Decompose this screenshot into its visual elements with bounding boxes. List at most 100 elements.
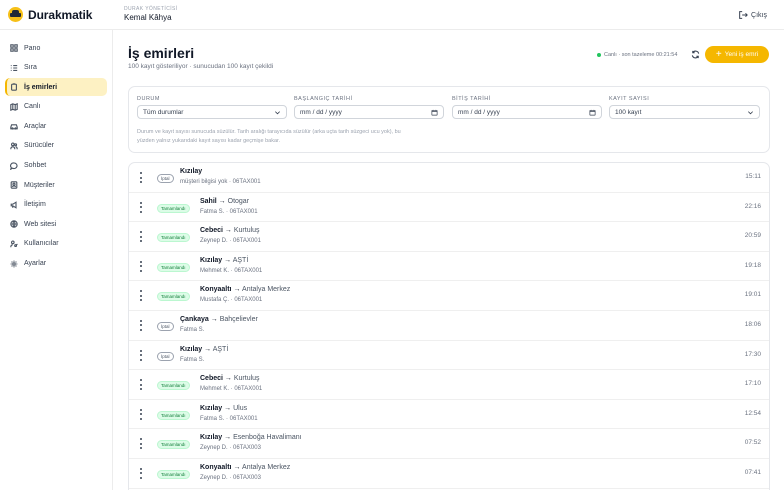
order-route: Kızılay → AŞTİ [200,257,248,264]
record-count-select[interactable]: 100 kayıt [609,105,760,119]
order-time: 12:54 [744,409,761,417]
new-work-order-button[interactable]: + Yeni iş emri [705,46,769,63]
order-route: Çankaya → Bahçelievler [180,316,258,323]
sidebar-item-sira[interactable]: Sıra [5,59,107,77]
order-details: Zeynep D. · 06TAX003 [200,474,261,481]
row-menu-icon[interactable] [139,172,143,183]
table-row[interactable]: Tamamlandı Konyaaltı → Antalya Merkez Must… [129,281,769,311]
order-details: Mustafa Ç. · 06TAX001 [200,297,263,304]
row-menu-icon[interactable] [139,438,143,450]
sidebar-item-web-sitesi[interactable]: Web sitesi [5,215,107,233]
plus-icon: + [715,48,722,60]
end-date-label: BİTİŞ TARİHİ [452,96,491,102]
status-badge: Tamamlandı [157,469,190,479]
map-icon [10,102,18,111]
sidebar-item-label: Ayarlar [24,260,47,268]
sidebar-item-canli[interactable]: Canlı [5,98,107,116]
megaphone-icon [10,200,17,209]
row-menu-icon[interactable] [139,201,143,213]
status-select[interactable]: Tüm durumlar [137,105,287,119]
row-menu-icon[interactable] [139,379,143,391]
sidebar-item-iletisim[interactable]: İletişim [5,196,107,214]
status-badge: İptal [157,321,174,331]
row-menu-icon[interactable] [139,290,143,302]
end-date-filter: BİTİŞ TARİHİ mm / dd / yyyy [452,96,602,119]
table-row[interactable]: Tamamlandı Kızılay → Esenboğa Havalimanı Z… [129,429,769,459]
refresh-button[interactable] [689,48,701,60]
order-route: Konyaaltı → Antalya Merkez [200,464,290,471]
order-origin: Cebeci [200,227,223,235]
logout-button[interactable]: Çıkış [738,10,767,20]
status-badge: Tamamlandı [157,203,190,213]
table-row[interactable]: Tamamlandı Cebeci → Kurtuluş Mehmet K. · 0… [129,370,769,400]
logout-label: Çıkış [751,11,767,19]
order-destination: Antalya Merkez [242,286,291,294]
order-route: Kızılay → Ulus [200,405,247,412]
order-time: 22:16 [744,202,761,210]
row-menu-icon[interactable] [139,260,143,272]
sidebar-item-label: Müşteriler [24,181,55,189]
main-content: İş emirleri 100 kayıt gösteriliyor · sun… [113,30,784,490]
sidebar-item-is-emirleri[interactable]: İş emirleri [5,78,107,97]
order-time: 20:59 [744,232,761,240]
sidebar-item-label: İletişim [24,201,46,209]
sidebar-item-label: Sıra [24,64,37,72]
order-details: müşteri bilgisi yok · 06TAX001 [180,179,261,185]
chat-icon [10,161,18,170]
order-details: Zeynep D. · 06TAX003 [200,445,261,452]
end-date-input[interactable]: mm / dd / yyyy [452,105,602,119]
sidebar-item-label: Pano [24,44,41,52]
route-arrow: → [231,286,243,294]
order-origin: Kızılay [180,345,203,353]
order-route: Konyaaltı → Antalya Merkez [200,286,290,293]
table-row[interactable]: Tamamlandı Kızılay → AŞTİ Mehmet K. · 06TA… [129,252,769,282]
table-row[interactable]: İptal Kızılay müşteri bilgisi yok · 06TAX0… [129,163,769,193]
row-menu-icon[interactable] [139,231,143,243]
row-menu-icon[interactable] [139,408,143,420]
order-destination: Otogar [227,197,250,205]
sidebar-item-sohbet[interactable]: Sohbet [5,157,107,175]
live-status: Canlı · son tazeleme 00:21:54 [597,52,677,58]
sidebar-item-kullanicilar[interactable]: Kullanıcılar [5,235,107,253]
record-count-value: 100 kayıt [615,108,642,116]
table-row[interactable]: Tamamlandı Sahil → Otogar Fatma S. · 06TAX… [129,193,769,223]
brand-name: Durakmatik [28,7,93,22]
order-destination: Esenboğa Havalimanı [233,434,302,442]
car-icon [10,124,18,130]
sidebar: Pano Sıra İş emirleri Canlı Araçlar Sürü… [0,30,113,490]
table-row[interactable]: İptal Kızılay → AŞTİ Fatma S. 17:30 [129,341,769,371]
order-details: Zeynep D. · 06TAX001 [200,238,261,245]
sidebar-item-pano[interactable]: Pano [5,39,107,57]
calendar-icon [431,109,438,115]
sidebar-item-musteriler[interactable]: Müşteriler [5,176,107,194]
table-row[interactable]: İptal Çankaya → Bahçelievler Fatma S. 18:06 [129,311,769,341]
order-route: Kızılay → AŞTİ [180,346,228,353]
order-route: Cebeci → Kurtuluş [200,375,260,382]
live-dot-icon [597,53,601,57]
start-date-value: mm / dd / yyyy [300,108,342,116]
contacts-icon [10,181,18,189]
order-details: Fatma S. · 06TAX001 [200,208,258,215]
table-row[interactable]: Tamamlandı Konyaaltı → Antalya Merkez Zeyn… [129,459,769,489]
brand[interactable]: Durakmatik [8,7,92,22]
row-menu-icon[interactable] [139,349,143,361]
order-destination: Bahçelievler [219,315,258,323]
order-destination: AŞTİ [232,256,249,264]
order-route: Cebeci → Kurtuluş [200,227,260,234]
sidebar-item-label: Canlı [24,103,41,111]
user-key-icon [10,240,18,248]
start-date-input[interactable]: mm / dd / yyyy [294,105,444,119]
order-origin: Kızılay [200,256,223,264]
order-origin: Kızılay [180,168,203,175]
route-arrow: → [222,434,234,442]
table-row[interactable]: Tamamlandı Cebeci → Kurtuluş Zeynep D. · 0… [129,222,769,252]
table-row[interactable]: Tamamlandı Kızılay → Ulus Fatma S. · 06TAX… [129,400,769,430]
row-menu-icon[interactable] [139,319,143,331]
sidebar-item-ayarlar[interactable]: Ayarlar [5,255,107,273]
row-menu-icon[interactable] [139,467,143,479]
sidebar-item-suruculer[interactable]: Sürücüler [5,137,107,155]
sidebar-item-label: Web sitesi [24,220,57,228]
sidebar-item-araclar[interactable]: Araçlar [5,117,107,135]
order-destination: Kurtuluş [233,375,260,383]
order-origin: Cebeci [200,375,223,383]
